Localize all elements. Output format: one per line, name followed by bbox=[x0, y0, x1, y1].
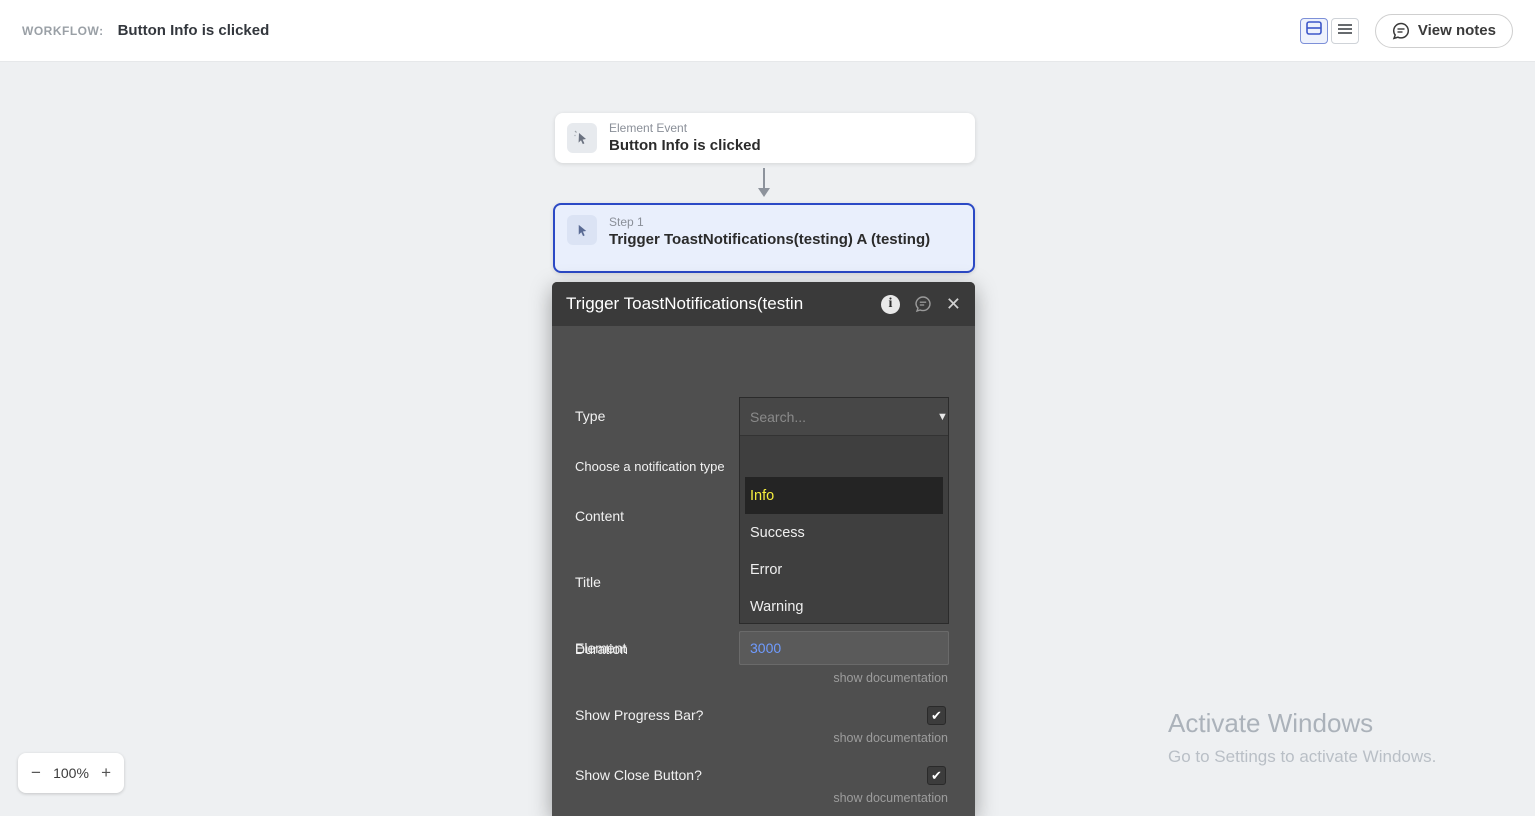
step-kind-label: Step 1 bbox=[609, 215, 961, 230]
watermark-subtitle: Go to Settings to activate Windows. bbox=[1168, 747, 1436, 767]
info-icon[interactable]: i bbox=[881, 295, 900, 314]
watermark-title: Activate Windows bbox=[1168, 708, 1436, 739]
title-field-label: Title bbox=[575, 574, 601, 590]
chevron-down-icon[interactable]: ▼ bbox=[937, 411, 948, 423]
close-button-checkbox[interactable]: ✔ bbox=[927, 766, 946, 785]
event-kind-label: Element Event bbox=[609, 121, 761, 136]
duration-field-label: Duration bbox=[575, 641, 628, 657]
event-card-icon-box bbox=[567, 123, 597, 153]
duration-input[interactable] bbox=[739, 631, 949, 665]
event-title: Button Info is clicked bbox=[609, 136, 761, 156]
pointer-icon bbox=[575, 223, 590, 238]
activate-windows-watermark: Activate Windows Go to Settings to activ… bbox=[1168, 708, 1436, 767]
type-field-hint: Choose a notification type bbox=[575, 459, 725, 474]
popup-header-icons: i ✕ bbox=[881, 295, 961, 314]
dropdown-search-input[interactable] bbox=[750, 409, 931, 425]
content-field-label: Content bbox=[575, 508, 624, 524]
dropdown-option-warning[interactable]: Warning bbox=[745, 588, 943, 625]
progress-bar-checkbox[interactable]: ✔ bbox=[927, 706, 946, 725]
progress-bar-label: Show Progress Bar? bbox=[575, 707, 703, 723]
event-card[interactable]: Element Event Button Info is clicked bbox=[555, 113, 975, 163]
notes-bubble-icon bbox=[1392, 22, 1410, 40]
popup-header[interactable]: Trigger ToastNotifications(testin i ✕ bbox=[552, 282, 975, 326]
dropdown-option-error[interactable]: Error bbox=[745, 551, 943, 588]
step-card-icon-box bbox=[567, 215, 597, 245]
topbar-actions: View notes bbox=[1300, 14, 1513, 48]
view-notes-button[interactable]: View notes bbox=[1375, 14, 1513, 48]
zoom-control: − 100% + bbox=[18, 753, 124, 793]
comment-icon[interactable] bbox=[914, 295, 932, 313]
workflow-topbar: WORKFLOW: Button Info is clicked View no… bbox=[0, 0, 1535, 62]
progress-doc-link[interactable]: show documentation bbox=[833, 731, 948, 745]
workflow-label: WORKFLOW: bbox=[22, 24, 104, 38]
dropdown-search-row: ▼ bbox=[740, 398, 948, 436]
popup-title: Trigger ToastNotifications(testin bbox=[566, 294, 866, 314]
card-view-icon bbox=[1306, 21, 1322, 40]
flow-arrow bbox=[753, 168, 775, 203]
zoom-in-button[interactable]: + bbox=[101, 763, 111, 783]
step-card-selected[interactable]: Step 1 Trigger ToastNotifications(testin… bbox=[553, 203, 975, 273]
type-dropdown-open: ▼ Info Success Error Warning bbox=[739, 397, 949, 624]
dropdown-option-info[interactable]: Info bbox=[745, 477, 943, 514]
action-property-editor: Trigger ToastNotifications(testin i ✕ El… bbox=[552, 282, 975, 816]
dropdown-option-success[interactable]: Success bbox=[745, 514, 943, 551]
workflow-title: Button Info is clicked bbox=[118, 22, 270, 39]
card-view-button[interactable] bbox=[1300, 18, 1328, 44]
list-view-button[interactable] bbox=[1331, 18, 1359, 44]
close-icon[interactable]: ✕ bbox=[946, 295, 961, 313]
type-field-label: Type bbox=[575, 408, 605, 424]
close-button-label: Show Close Button? bbox=[575, 767, 702, 783]
dropdown-option-list: Info Success Error Warning bbox=[740, 477, 948, 625]
step-title: Trigger ToastNotifications(testing) A (t… bbox=[609, 230, 961, 250]
duration-doc-link[interactable]: show documentation bbox=[833, 671, 948, 685]
list-view-icon bbox=[1337, 22, 1353, 40]
close-doc-link[interactable]: show documentation bbox=[833, 791, 948, 805]
cursor-click-icon bbox=[574, 130, 590, 146]
check-icon: ✔ bbox=[931, 768, 942, 784]
zoom-level: 100% bbox=[53, 765, 89, 781]
check-icon: ✔ bbox=[931, 708, 942, 724]
event-card-text: Element Event Button Info is clicked bbox=[609, 121, 761, 156]
view-notes-label: View notes bbox=[1418, 22, 1496, 39]
step-card-text: Step 1 Trigger ToastNotifications(testin… bbox=[609, 215, 961, 250]
zoom-out-button[interactable]: − bbox=[31, 763, 41, 783]
view-mode-toggle bbox=[1300, 18, 1359, 44]
